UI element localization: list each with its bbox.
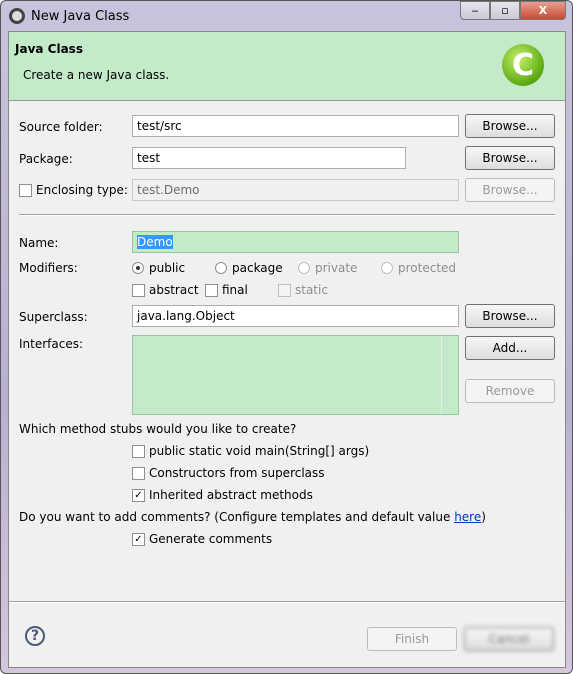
generate-comments-checkbox[interactable]: ✓ Generate comments bbox=[132, 532, 272, 546]
banner-title: Java Class bbox=[15, 42, 83, 56]
radio-label: protected bbox=[398, 261, 457, 275]
constructors-checkbox[interactable]: Constructors from superclass bbox=[132, 466, 325, 480]
source-folder-input[interactable]: test/src bbox=[132, 115, 459, 137]
comments-question-text: Do you want to add comments? (Configure … bbox=[19, 510, 455, 524]
radio-icon bbox=[215, 262, 227, 274]
checkbox-label: Generate comments bbox=[149, 532, 273, 546]
modifier-protected-radio[interactable]: protected bbox=[381, 261, 456, 275]
eclipse-icon bbox=[9, 8, 25, 24]
checkmark-icon: ✓ bbox=[132, 532, 145, 546]
comments-question: Do you want to add comments? (Configure … bbox=[19, 510, 486, 524]
list-column-divider bbox=[441, 336, 442, 414]
static-checkbox[interactable]: static bbox=[278, 283, 328, 297]
checkbox-label: Constructors from superclass bbox=[149, 466, 325, 480]
cancel-button[interactable]: Cancel bbox=[464, 627, 554, 651]
name-value: Demo bbox=[137, 235, 173, 249]
radio-icon bbox=[298, 262, 310, 274]
interfaces-label: Interfaces: bbox=[19, 337, 84, 351]
name-label: Name: bbox=[19, 236, 59, 250]
enclosing-type-browse-button[interactable]: Browse... bbox=[465, 178, 555, 202]
radio-label: package bbox=[232, 261, 283, 275]
checkbox-icon bbox=[132, 444, 145, 458]
inherited-methods-checkbox[interactable]: ✓ Inherited abstract methods bbox=[132, 488, 313, 502]
dialog-content: Java Class Create a new Java class. C So… bbox=[8, 31, 566, 668]
banner-description: Create a new Java class. bbox=[23, 68, 170, 82]
window-title: New Java Class bbox=[31, 8, 130, 24]
add-interface-button[interactable]: Add... bbox=[465, 336, 555, 360]
minimize-button[interactable]: ‒ bbox=[460, 1, 490, 20]
superclass-label: Superclass: bbox=[19, 310, 88, 324]
title-bar: New Java Class bbox=[9, 5, 129, 27]
radio-icon bbox=[381, 262, 393, 274]
checkbox-icon bbox=[19, 183, 32, 197]
finish-button[interactable]: Finish bbox=[367, 627, 457, 651]
checkbox-label: Inherited abstract methods bbox=[149, 488, 313, 502]
interfaces-list[interactable] bbox=[132, 335, 459, 415]
separator bbox=[19, 214, 555, 216]
name-input[interactable]: Demo bbox=[132, 231, 459, 253]
enclosing-type-label: Enclosing type: bbox=[36, 183, 128, 197]
checkbox-icon bbox=[278, 283, 291, 297]
final-checkbox[interactable]: final bbox=[205, 283, 248, 297]
abstract-checkbox[interactable]: abstract bbox=[132, 283, 199, 297]
enclosing-type-input[interactable]: test.Demo bbox=[132, 179, 459, 201]
package-label: Package: bbox=[19, 152, 73, 166]
modifier-package-radio[interactable]: package bbox=[215, 261, 283, 275]
maximize-button[interactable]: ▫ bbox=[490, 1, 520, 20]
remove-interface-button[interactable]: Remove bbox=[465, 379, 555, 403]
source-folder-browse-button[interactable]: Browse... bbox=[465, 114, 555, 138]
checkbox-icon bbox=[205, 283, 218, 297]
paren: ) bbox=[481, 510, 486, 524]
configure-templates-link[interactable]: here bbox=[454, 510, 481, 524]
enclosing-type-checkbox[interactable]: Enclosing type: bbox=[19, 183, 128, 197]
dialog-window: New Java Class ‒ ▫ X Java Class Create a… bbox=[0, 0, 573, 674]
radio-label: public bbox=[149, 261, 186, 275]
checkbox-icon bbox=[132, 466, 145, 480]
package-browse-button[interactable]: Browse... bbox=[465, 146, 555, 170]
modifier-private-radio[interactable]: private bbox=[298, 261, 357, 275]
help-icon[interactable]: ? bbox=[25, 626, 45, 646]
method-stubs-question: Which method stubs would you like to cre… bbox=[19, 422, 297, 436]
radio-icon bbox=[132, 262, 144, 274]
checkbox-icon bbox=[132, 283, 145, 297]
modifiers-label: Modifiers: bbox=[19, 261, 78, 275]
radio-label: private bbox=[315, 261, 358, 275]
superclass-browse-button[interactable]: Browse... bbox=[465, 304, 555, 328]
java-class-icon: C bbox=[502, 44, 544, 86]
checkmark-icon: ✓ bbox=[132, 488, 145, 502]
footer-separator bbox=[9, 601, 565, 603]
source-folder-label: Source folder: bbox=[19, 120, 103, 134]
checkbox-label: abstract bbox=[149, 283, 199, 297]
package-input[interactable]: test bbox=[132, 147, 406, 169]
checkbox-label: static bbox=[295, 283, 328, 297]
checkbox-label: final bbox=[222, 283, 248, 297]
modifier-public-radio[interactable]: public bbox=[132, 261, 185, 275]
checkbox-label: public static void main(String[] args) bbox=[149, 444, 370, 458]
superclass-input[interactable]: java.lang.Object bbox=[132, 305, 459, 327]
main-method-checkbox[interactable]: public static void main(String[] args) bbox=[132, 444, 369, 458]
close-button[interactable]: X bbox=[520, 1, 566, 20]
wizard-banner: Java Class Create a new Java class. C bbox=[9, 32, 565, 101]
